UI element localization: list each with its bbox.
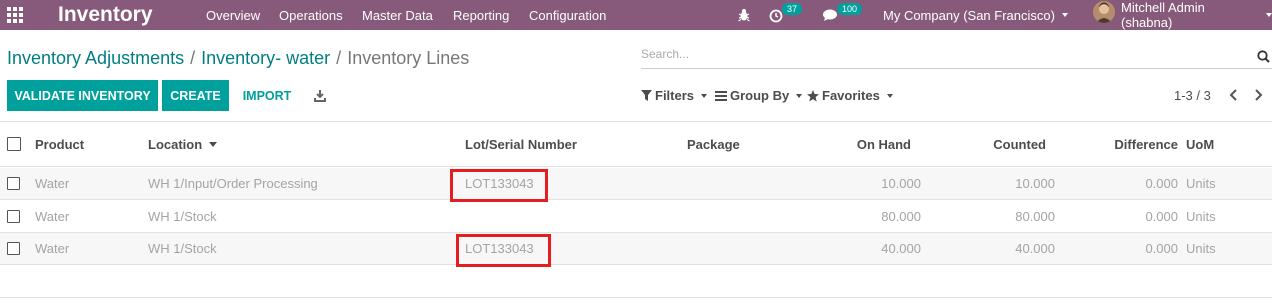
row-select-cell (7, 233, 21, 264)
app-name[interactable]: Inventory (58, 0, 153, 30)
cell-location: WH 1/Stock (148, 209, 217, 224)
user-menu[interactable]: Mitchell Admin (shabna) (1121, 0, 1272, 30)
row-select-cell (7, 168, 21, 199)
breadcrumb-current: Inventory Lines (347, 48, 470, 68)
bars-icon (715, 90, 727, 101)
favorites-dropdown[interactable]: Favorites (807, 80, 893, 111)
cell-counted[interactable]: 80.000 (960, 201, 1055, 232)
table-row[interactable]: Water WH 1/Input/Order Processing LOT133… (0, 168, 1272, 200)
menu-configuration[interactable]: Configuration (529, 0, 606, 30)
select-all-checkbox[interactable] (7, 137, 21, 151)
cell-difference: 0.000 (1145, 176, 1178, 191)
menu-overview[interactable]: Overview (206, 0, 260, 30)
cell-on-hand: 10.000 (881, 176, 921, 191)
filter-funnel-icon (641, 90, 652, 101)
download-icon[interactable] (311, 80, 329, 111)
sort-desc-icon (209, 141, 218, 147)
table-row[interactable]: Water WH 1/Stock 80.000 80.000 0.000 Uni… (0, 201, 1272, 233)
chevron-right-icon[interactable] (1254, 87, 1264, 103)
highlight-box-lot-row-3 (456, 234, 551, 267)
chevron-down-icon (701, 93, 708, 98)
search-bar (641, 42, 1272, 69)
select-all-cell (7, 122, 21, 166)
cell-uom: Units (1186, 241, 1216, 256)
cell-counted[interactable]: 40.000 (960, 233, 1055, 264)
column-package[interactable]: Package (687, 122, 740, 166)
menu-master-data[interactable]: Master Data (362, 0, 433, 30)
column-location[interactable]: Location (148, 122, 218, 166)
import-button[interactable]: Import (235, 80, 299, 111)
column-difference[interactable]: Difference (1100, 122, 1178, 166)
row-checkbox[interactable] (7, 210, 20, 223)
column-location-label: Location (148, 136, 203, 152)
column-counted[interactable]: Counted (960, 122, 1046, 166)
pager-value[interactable]: 1-3 / 3 (1174, 80, 1211, 111)
cell-product: Water (35, 176, 70, 191)
breadcrumb: Inventory Adjustments / Inventory- water / I… (7, 48, 469, 69)
activity-count-badge: 37 (782, 3, 803, 15)
breadcrumb-inventory-water[interactable]: Inventory- water (201, 48, 330, 68)
top-navbar: Inventory Overview Operations Master Dat… (0, 0, 1272, 30)
search-icon[interactable] (1257, 50, 1270, 68)
chevron-left-icon[interactable] (1228, 87, 1238, 103)
cell-counted[interactable]: 10.000 (960, 168, 1055, 199)
column-product[interactable]: Product (35, 122, 84, 166)
cell-uom: Units (1186, 176, 1216, 191)
breadcrumb-inventory-adjustments[interactable]: Inventory Adjustments (7, 48, 184, 68)
cell-on-hand: 80.000 (881, 209, 921, 224)
chevron-down-icon (796, 93, 803, 98)
cell-location: WH 1/Input/Order Processing (148, 176, 318, 191)
cell-difference: 0.000 (1145, 209, 1178, 224)
message-count-badge: 100 (837, 3, 863, 15)
chevron-down-icon (1061, 13, 1068, 17)
user-avatar[interactable] (1093, 1, 1115, 23)
filters-dropdown[interactable]: Filters (641, 80, 708, 111)
cell-location: WH 1/Stock (148, 241, 217, 256)
chevron-down-icon (1266, 13, 1272, 17)
breadcrumb-separator: / (190, 48, 196, 68)
chevron-down-icon (886, 93, 893, 98)
table-header: Product Location Lot/Serial Number Packa… (0, 122, 1272, 167)
column-on-hand[interactable]: On Hand (820, 122, 911, 166)
cell-product: Water (35, 209, 70, 224)
group-by-label: Group By (730, 88, 790, 103)
row-select-cell (7, 201, 21, 232)
search-input[interactable] (641, 47, 1241, 61)
menu-reporting[interactable]: Reporting (453, 0, 509, 30)
highlight-box-lot-row-1 (450, 169, 548, 202)
column-uom[interactable]: UoM (1186, 122, 1214, 166)
cell-difference: 0.000 (1145, 241, 1178, 256)
table-row[interactable]: Water WH 1/Stock LOT133043 40.000 40.000… (0, 233, 1272, 265)
favorites-label: Favorites (822, 88, 880, 103)
create-button[interactable]: Create (162, 80, 229, 111)
group-by-dropdown[interactable]: Group By (715, 80, 803, 111)
filters-label: Filters (655, 88, 695, 103)
cell-uom: Units (1186, 209, 1216, 224)
column-lot-serial[interactable]: Lot/Serial Number (465, 122, 577, 166)
cell-product: Water (35, 241, 70, 256)
debug-bug-icon[interactable] (737, 0, 751, 30)
star-icon (807, 89, 819, 102)
validate-inventory-button[interactable]: Validate Inventory (7, 80, 158, 111)
menu-operations[interactable]: Operations (279, 0, 343, 30)
list-footer-divider (0, 297, 1272, 298)
company-name: My Company (San Francisco) (883, 7, 1055, 23)
company-switcher[interactable]: My Company (San Francisco) (883, 0, 1068, 30)
breadcrumb-separator: / (336, 48, 342, 68)
row-checkbox[interactable] (7, 242, 20, 255)
apps-menu-icon[interactable] (7, 0, 25, 30)
cell-on-hand: 40.000 (881, 241, 921, 256)
user-name: Mitchell Admin (shabna) (1121, 0, 1205, 30)
row-checkbox[interactable] (7, 177, 20, 190)
